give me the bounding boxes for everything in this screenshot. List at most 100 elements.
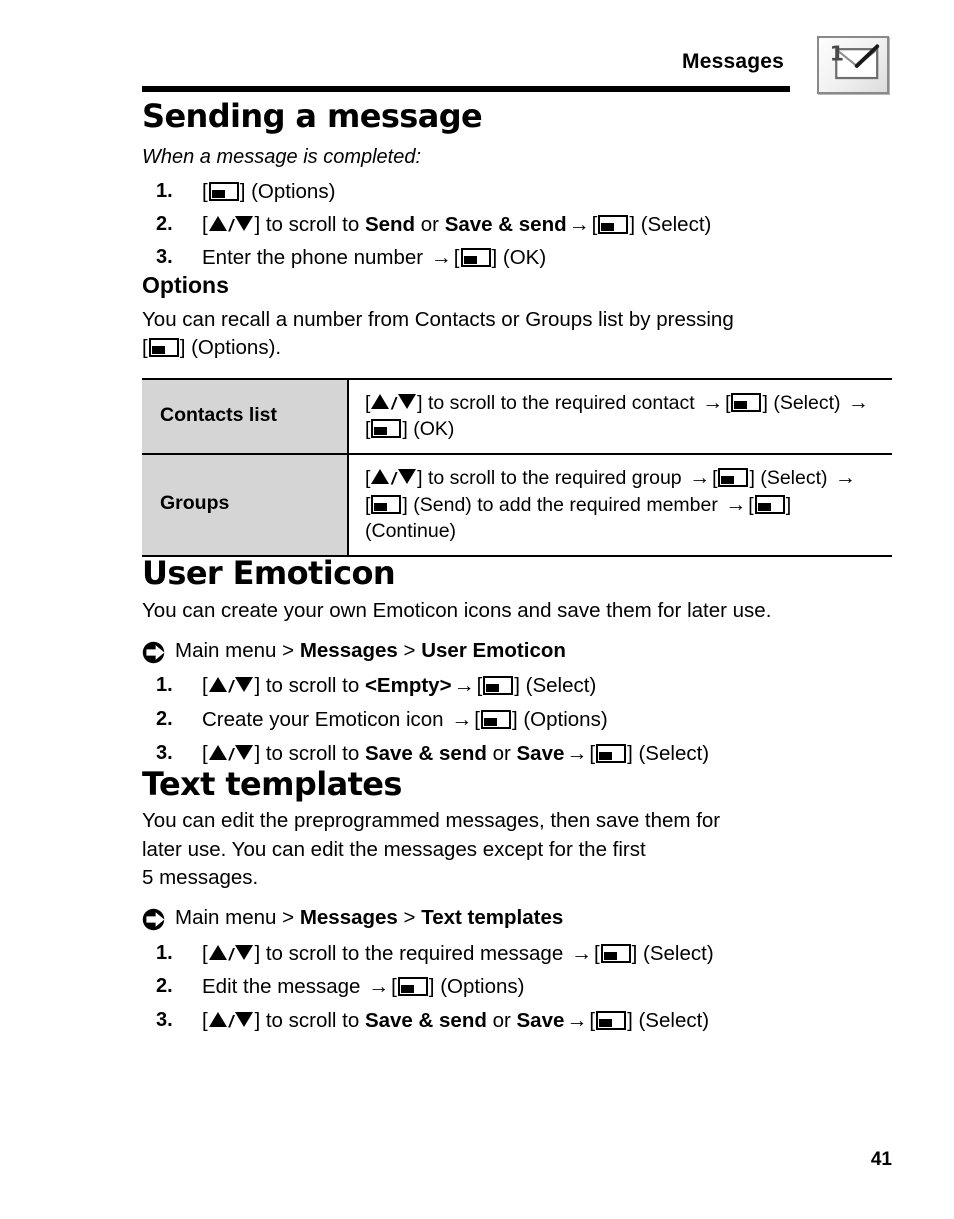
arrow-right-icon: →: [568, 212, 590, 236]
breadcrumb-separator: >: [282, 906, 295, 930]
step-text: or: [486, 1009, 517, 1033]
arrow-down-icon: [235, 944, 254, 960]
softkey-icon: [731, 393, 762, 413]
bracket: [: [474, 708, 480, 732]
breadcrumb-text: Main menu > Messages > Text templates: [175, 905, 563, 932]
arrow-up-icon: [208, 677, 227, 693]
arrow-up-icon: [371, 468, 390, 484]
options-body-suffix: ] (Options).: [179, 335, 282, 359]
arrow-circle-right-icon: [142, 908, 165, 931]
step-text: ] (Select): [627, 1009, 710, 1033]
breadcrumb-item-messages: Messages: [299, 638, 398, 662]
bracket: [: [589, 1009, 596, 1033]
arrow-right-icon: →: [566, 741, 588, 765]
step-number: 1.: [156, 179, 173, 202]
step-number: 2.: [156, 212, 173, 235]
list-item: 1.[/] to scroll to <Empty>→[] (Select): [142, 672, 902, 700]
arrow-down-icon: [235, 677, 254, 693]
slash-separator: /: [228, 1012, 234, 1032]
options-table: Contacts list [/] to scroll to the requi…: [142, 378, 892, 557]
softkey-icon: [371, 418, 402, 438]
slash-separator: /: [391, 394, 397, 414]
bracket: [: [202, 674, 208, 698]
desc-text: ] (Select): [749, 466, 833, 489]
breadcrumb-root: Main menu: [175, 638, 277, 662]
table-row: Groups [/] to scroll to the required gro…: [142, 453, 892, 557]
text-templates-body-text: You can edit the preprogrammed messages,…: [142, 807, 902, 892]
step-text: ] (Options): [239, 179, 336, 203]
page-number: 41: [870, 1149, 892, 1170]
desc-text: ] (Send) to add the required member: [402, 494, 724, 517]
bracket: [: [391, 975, 397, 999]
slash-separator: /: [228, 944, 234, 964]
arrow-right-icon: →: [702, 391, 724, 415]
options-body-prefix: You can recall a number from Contacts or…: [142, 307, 734, 331]
step-number: 3.: [156, 246, 173, 269]
emphasis-save-and-send: Save & send: [364, 1009, 487, 1033]
desc-text: ] to scroll to the required contact: [417, 392, 701, 415]
arrow-right-icon: →: [689, 465, 711, 489]
body-line: You can edit the preprogrammed messages,…: [142, 809, 721, 833]
header-title: Messages: [682, 50, 784, 73]
arrow-up-icon: [371, 394, 390, 410]
softkey-icon: [483, 676, 514, 696]
step-number: 1.: [156, 941, 173, 964]
body-line: later use. You can edit the messages exc…: [142, 837, 646, 861]
list-item: 3. Enter the phone number →[] (OK): [142, 244, 902, 272]
bracket: [: [593, 941, 600, 965]
sending-intro-text: When a message is completed:: [142, 145, 422, 168]
step-text: ] (OK): [491, 246, 547, 270]
text-templates-steps-list: 1.[/] to scroll to the required message …: [142, 940, 902, 1035]
bracket: [: [365, 392, 371, 415]
bracket: [: [202, 741, 208, 765]
slash-separator: /: [228, 215, 234, 235]
section-title-user-emoticon: User Emoticon: [142, 553, 396, 592]
sending-steps-list: 1. [] (Options) 2. [/] to scroll to Send o…: [142, 178, 902, 272]
softkey-icon: [148, 337, 179, 357]
step-number: 3.: [156, 741, 173, 764]
section-title-sending-a-message: Sending a message: [142, 97, 483, 135]
body-line: 5 messages.: [142, 865, 259, 889]
bracket: [: [725, 392, 731, 415]
list-item: 2. Create your Emoticon icon →[] (Options…: [142, 706, 902, 734]
bracket: [: [365, 417, 371, 440]
list-item: 3.[/] to scroll to Save & send or Save→[…: [142, 1007, 902, 1035]
desc-text: ]: [785, 494, 792, 517]
page-content: Sending a message When a message is comp…: [142, 97, 902, 1035]
bracket: [: [589, 741, 596, 765]
list-item: 1. [] (Options): [142, 178, 902, 205]
arrow-right-icon: →: [725, 493, 747, 517]
breadcrumb-separator: >: [403, 638, 416, 662]
step-text: ] to scroll to: [254, 674, 365, 698]
arrow-down-icon: [398, 468, 417, 484]
step-text: ] (Select): [627, 741, 710, 765]
softkey-icon: [371, 495, 402, 515]
bracket: [: [365, 494, 371, 517]
softkey-icon: [480, 710, 511, 730]
step-number: 2.: [156, 975, 173, 998]
arrow-right-icon: →: [453, 674, 475, 698]
bracket: [: [476, 674, 483, 698]
emphasis-save: Save: [516, 741, 565, 765]
bracket: [: [453, 246, 460, 270]
step-text: ] (Options): [428, 975, 525, 999]
breadcrumb: Main menu > Messages > Text templates: [142, 905, 902, 932]
bracket: [: [202, 212, 208, 236]
bracket: [: [202, 941, 208, 965]
desc-text: (Continue): [365, 519, 457, 542]
slash-separator: /: [391, 468, 397, 488]
arrow-right-icon: →: [368, 975, 390, 999]
softkey-icon: [754, 495, 785, 515]
slash-separator: /: [228, 744, 234, 764]
softkey-icon: [397, 977, 428, 997]
list-item: 1.[/] to scroll to the required message …: [142, 940, 902, 968]
arrow-down-icon: [398, 394, 417, 410]
emphasis-empty: <Empty>: [364, 674, 452, 698]
table-row: Contacts list [/] to scroll to the requi…: [142, 378, 892, 455]
breadcrumb-item-user-emoticon: User Emoticon: [421, 638, 566, 662]
emphasis-save: Save: [516, 1009, 565, 1033]
step-text: or: [486, 741, 517, 765]
step-number: 2.: [156, 708, 173, 731]
arrow-up-icon: [208, 1012, 227, 1028]
step-text: Create your Emoticon icon: [202, 708, 450, 732]
